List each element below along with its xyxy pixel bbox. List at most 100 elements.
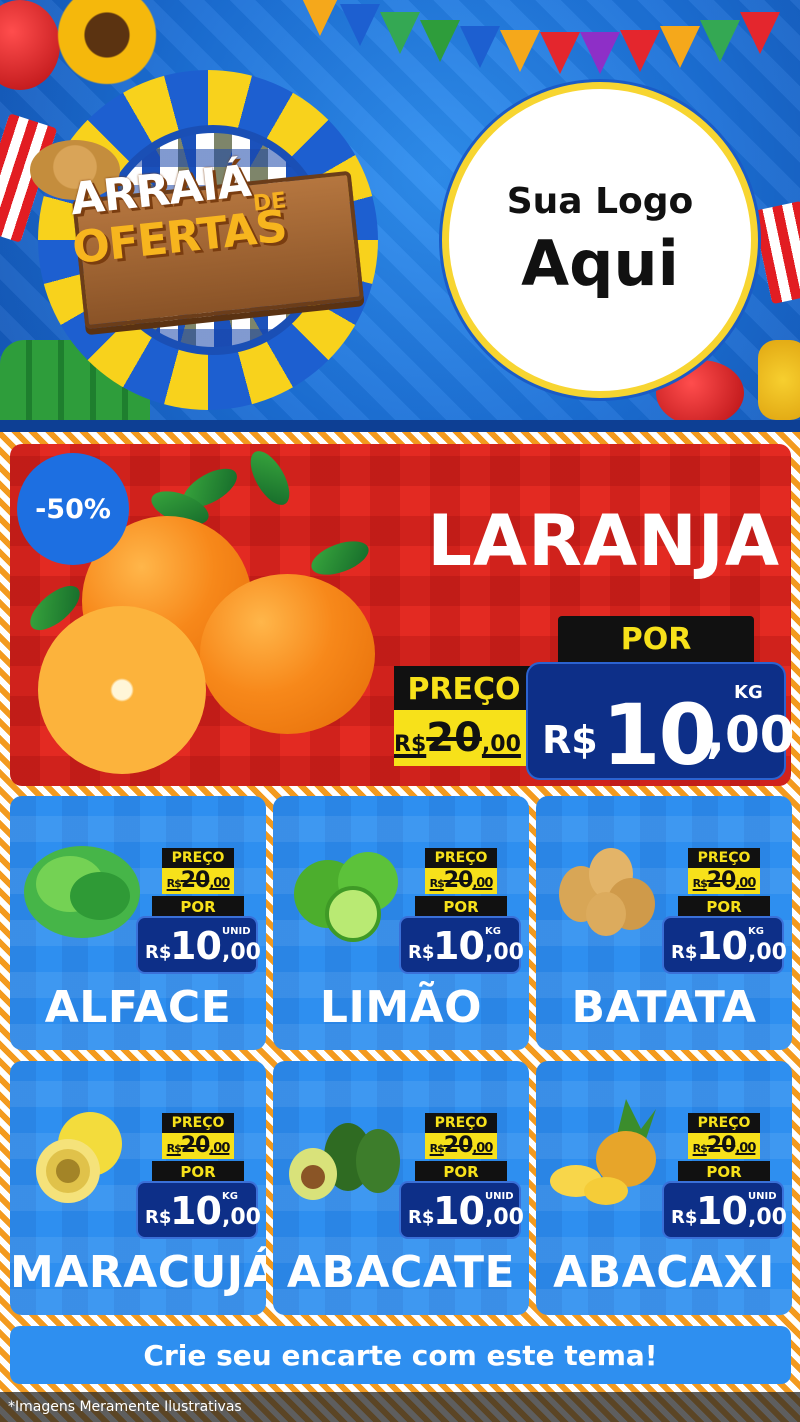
product-card: PREÇO R$20,00 POR UNID R$ 10 ,00 ABACAXI (536, 1061, 792, 1315)
price-unit: KG (748, 926, 764, 937)
old-price-value: 20 (706, 868, 737, 893)
por-label: POR (678, 1161, 770, 1183)
logo-text-line2: Aqui (521, 227, 679, 300)
old-price-label: PREÇO (425, 848, 497, 868)
bunting-flag (380, 12, 420, 54)
old-price-decimals: ,00 (472, 876, 493, 891)
orange-fruit-icon (200, 574, 375, 734)
old-price-currency: R$ (166, 877, 182, 890)
old-price-decimals: ,00 (735, 1141, 756, 1156)
old-price-value: 20 (706, 1133, 737, 1158)
old-price: R$20,00 (425, 868, 497, 894)
old-price-decimals: ,00 (209, 876, 230, 891)
hero-old-decimals: ,00 (481, 732, 521, 757)
disclaimer-note: *Imagens Meramente Ilustrativas (0, 1392, 800, 1422)
price-unit: KG (222, 1191, 238, 1202)
old-price-decimals: ,00 (472, 1141, 493, 1156)
hero-por-label: POR (558, 616, 754, 662)
price-unit: UNID (748, 1191, 777, 1202)
bunting-flag (460, 26, 500, 68)
lime-icon (283, 834, 408, 944)
old-price-label: PREÇO (162, 1113, 234, 1133)
old-price: R$20,00 (162, 1133, 234, 1159)
product-name: ABACAXI (553, 1247, 775, 1298)
hero-new-currency: R$ (542, 718, 598, 762)
bunting-flag (580, 32, 620, 74)
bunting-flag (340, 4, 380, 46)
old-price-value: 20 (443, 1133, 474, 1158)
leaf-icon (307, 534, 373, 582)
potato-icon (546, 834, 671, 944)
new-price-currency: R$ (671, 1207, 698, 1228)
hero-old-price: R$20,00 (394, 712, 524, 764)
product-card: PREÇO R$20,00 POR UNID R$ 10 ,00 ALFACE (10, 796, 266, 1050)
bunting-flag (300, 0, 340, 36)
product-card: PREÇO R$20,00 POR KG R$ 10 ,00 BATATA (536, 796, 792, 1050)
bunting-flag (420, 20, 460, 62)
price-unit: UNID (222, 926, 251, 937)
new-price-dec: ,00 (485, 940, 524, 965)
orange-slice-icon (38, 606, 206, 774)
old-price-value: 20 (180, 868, 211, 893)
hero-old-currency: R$ (394, 732, 427, 757)
hero-product-name: LARANJA (427, 500, 780, 582)
new-price-currency: R$ (408, 942, 435, 963)
logo-text-line1: Sua Logo (506, 181, 694, 222)
product-card: PREÇO R$20,00 POR KG R$ 10 ,00 LIMÃO (273, 796, 529, 1050)
new-price-int: 10 (433, 924, 485, 968)
price-unit: KG (485, 926, 501, 937)
bunting-flag (540, 32, 580, 74)
new-price-int: 10 (433, 1189, 485, 1233)
new-price-dec: ,00 (485, 1205, 524, 1230)
product-name: MARACUJÁ (10, 1247, 266, 1298)
old-price-decimals: ,00 (209, 1141, 230, 1156)
popcorn-icon (752, 200, 800, 305)
old-price-label: PREÇO (688, 848, 760, 868)
old-price: R$20,00 (162, 868, 234, 894)
new-price-currency: R$ (408, 1207, 435, 1228)
passion-fruit-icon (20, 1099, 145, 1209)
price-unit: UNID (485, 1191, 514, 1202)
hero-unit: KG (734, 682, 763, 703)
old-price-currency: R$ (429, 877, 445, 890)
create-flyer-button[interactable]: Crie seu encarte com este tema! (10, 1326, 791, 1384)
hero-new-price-int: 10 (602, 686, 717, 784)
product-name: ABACATE (286, 1247, 516, 1298)
por-label: POR (415, 1161, 507, 1183)
lettuce-icon (20, 834, 145, 944)
old-price-decimals: ,00 (735, 876, 756, 891)
bunting-flag (700, 20, 740, 62)
new-price-int: 10 (696, 924, 748, 968)
product-card: PREÇO R$20,00 POR UNID R$ 10 ,00 ABACATE (273, 1061, 529, 1315)
old-price-value: 20 (180, 1133, 211, 1158)
new-price-int: 10 (170, 924, 222, 968)
avocado-icon (283, 1099, 408, 1209)
old-price: R$20,00 (688, 1133, 760, 1159)
hero-old-price-label: PREÇO (394, 666, 534, 710)
leaf-icon (242, 445, 298, 511)
corn-icon (758, 340, 800, 420)
new-price-currency: R$ (145, 942, 172, 963)
logo-placeholder: Sua Logo Aqui (442, 82, 758, 398)
new-price-dec: ,00 (748, 940, 787, 965)
new-price-int: 10 (696, 1189, 748, 1233)
por-label: POR (152, 896, 244, 918)
product-card: PREÇO R$20,00 POR KG R$ 10 ,00 MARACUJÁ (10, 1061, 266, 1315)
hero-new-price-dec: ,00 (706, 706, 795, 764)
product-name: ALFACE (44, 982, 232, 1033)
discount-badge: -50% (17, 453, 129, 565)
new-price-dec: ,00 (222, 1205, 261, 1230)
old-price-label: PREÇO (425, 1113, 497, 1133)
old-price-value: 20 (443, 868, 474, 893)
bunting-flag (740, 12, 780, 54)
header-banner: ARRAIÁ DE OFERTAS Sua Logo Aqui (0, 0, 800, 432)
por-label: POR (678, 896, 770, 918)
old-price-currency: R$ (166, 1142, 182, 1155)
old-price-currency: R$ (692, 1142, 708, 1155)
new-price-currency: R$ (145, 1207, 172, 1228)
bunting-flag (500, 30, 540, 72)
new-price-int: 10 (170, 1189, 222, 1233)
bunting-flag (660, 26, 700, 68)
product-name: LIMÃO (319, 982, 483, 1033)
old-price-currency: R$ (692, 877, 708, 890)
